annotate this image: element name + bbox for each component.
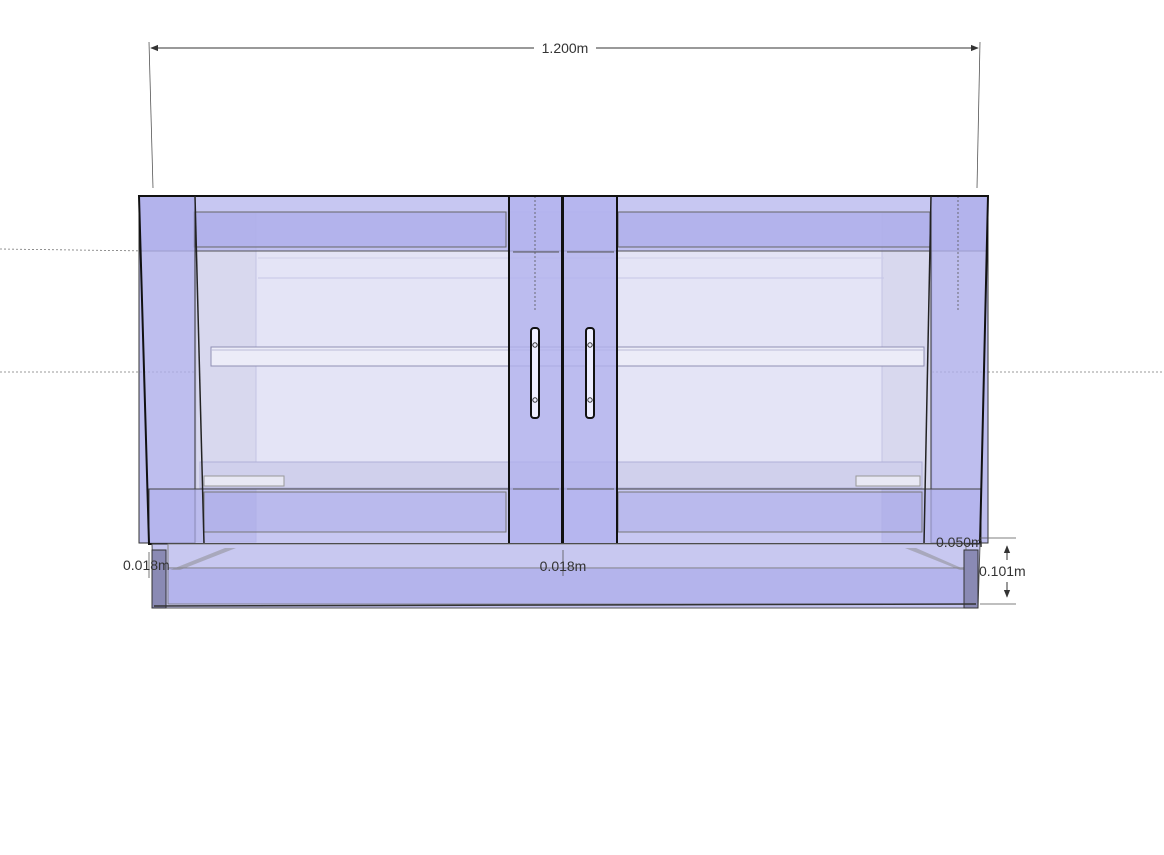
guide-line-upper <box>0 248 151 252</box>
kick-setback-label: 0.050m <box>936 534 983 550</box>
left-thickness-label: 0.018m <box>123 557 170 573</box>
overall-width-dimension: 1.200m <box>148 40 981 189</box>
right-handle <box>585 327 595 419</box>
center-thickness-label: 0.018m <box>540 558 587 574</box>
cabinet-drawing: 1.200m 0.050m 0.101m 0.018m 0.018m <box>0 40 1164 609</box>
left-handle <box>530 327 540 419</box>
kick-height-label: 0.101m <box>979 563 1026 579</box>
overall-width-label: 1.200m <box>542 40 589 56</box>
plinth <box>151 543 981 609</box>
